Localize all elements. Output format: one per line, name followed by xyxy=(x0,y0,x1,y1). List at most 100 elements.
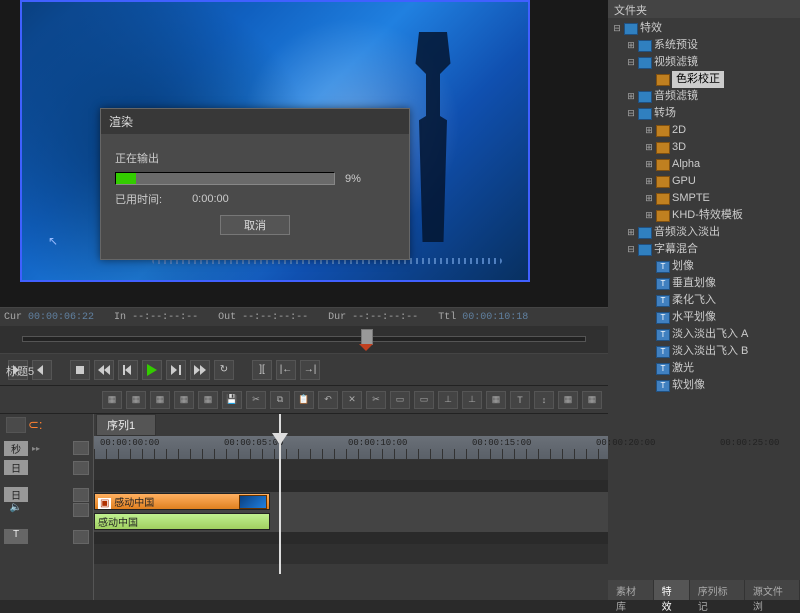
preview-monitor: ↖ 渲染 正在输出 9% 已用时间: 0:00:00 xyxy=(0,0,608,308)
stop-button[interactable] xyxy=(70,360,90,380)
next-edit-button[interactable]: →| xyxy=(300,360,320,380)
tool-c[interactable]: ⊥ xyxy=(438,391,458,409)
elapsed-label: 已用时间: xyxy=(115,191,162,207)
dur-label: Dur xyxy=(328,312,346,323)
tab-library[interactable]: 素材库 xyxy=(608,580,654,600)
ruler-2: 00:00:10:00 xyxy=(348,438,407,448)
video-clip-label: 感动中国 xyxy=(114,498,154,509)
timeline-ruler[interactable]: 00:00:00:00 00:00:05:00 00:00:10:00 00:0… xyxy=(94,436,608,460)
copy-icon[interactable]: ⧉ xyxy=(270,391,290,409)
tree-sys-preset[interactable]: ⊞系统预设 xyxy=(608,37,800,54)
track-a1-toggle[interactable] xyxy=(73,503,89,517)
cancel-button[interactable]: 取消 xyxy=(220,215,290,235)
tool-b[interactable]: ▭ xyxy=(414,391,434,409)
render-dialog: 渲染 正在输出 9% 已用时间: 0:00:00 取消 xyxy=(100,108,410,260)
loop-button[interactable]: ↻ xyxy=(214,360,234,380)
tree-2d[interactable]: ⊞2D xyxy=(608,122,800,139)
tree-audio-filter[interactable]: ⊞音频滤镜 xyxy=(608,88,800,105)
prev-edit-button[interactable]: |← xyxy=(276,360,296,380)
ruler-5: 00:00:25:00 xyxy=(720,438,779,448)
tree-transitions[interactable]: ⊟转场 xyxy=(608,105,800,122)
track-v2-toggle[interactable] xyxy=(73,461,89,475)
track-v1-toggle[interactable] xyxy=(73,488,89,502)
jog-thumb[interactable] xyxy=(356,329,376,349)
tree-m0[interactable]: T划像 xyxy=(608,258,800,275)
cur-value: 00:00:06:22 xyxy=(28,312,94,323)
tool-3[interactable]: ▦ xyxy=(150,391,170,409)
render-status: 正在输出 xyxy=(115,150,395,166)
audio-clip[interactable]: 感动中国 xyxy=(94,513,270,530)
transport-controls: ↻ ][ |← →| xyxy=(0,354,608,386)
tree-m7[interactable]: T软划像 xyxy=(608,377,800,394)
track-t-toggle[interactable] xyxy=(73,530,89,544)
tree-audio-fade[interactable]: ⊞音频淡入淡出 xyxy=(608,224,800,241)
tree-m5[interactable]: T淡入淡出飞入 B xyxy=(608,343,800,360)
tree-m3[interactable]: T水平划像 xyxy=(608,309,800,326)
track-toggle-icon[interactable] xyxy=(73,441,89,455)
tool-2[interactable]: ▦ xyxy=(126,391,146,409)
track-v1-body[interactable]: ▣ 感动中国 xyxy=(94,492,608,512)
cut-icon[interactable]: ✂ xyxy=(246,391,266,409)
tree-m2[interactable]: T柔化飞入 xyxy=(608,292,800,309)
undo-icon[interactable]: ↶ xyxy=(318,391,338,409)
play-button[interactable] xyxy=(142,360,162,380)
ttl-label: Ttl xyxy=(438,312,456,323)
cursor-indicator: ↖ xyxy=(48,234,58,248)
clip-thumbnail xyxy=(239,495,267,509)
jog-slider[interactable] xyxy=(0,326,608,354)
tree-root[interactable]: ⊟特效 xyxy=(608,20,800,37)
elapsed-value: 0:00:00 xyxy=(192,193,229,205)
tl-hdr-btn-1[interactable] xyxy=(6,417,26,433)
tool-1[interactable]: ▦ xyxy=(102,391,122,409)
playhead-icon[interactable] xyxy=(272,433,288,445)
tool-h[interactable]: ▦ xyxy=(558,391,578,409)
sequence-tab[interactable]: 序列1 xyxy=(96,414,156,436)
ffwd-button[interactable] xyxy=(190,360,210,380)
rewind-button[interactable] xyxy=(94,360,114,380)
tab-source[interactable]: 源文件浏 xyxy=(745,580,800,600)
paste-icon[interactable]: 📋 xyxy=(294,391,314,409)
tree-3d[interactable]: ⊞3D xyxy=(608,139,800,156)
dur-value: --:--:--:-- xyxy=(352,312,418,323)
bracket-tool-button[interactable]: ][ xyxy=(252,360,272,380)
tree-m1[interactable]: T垂直划像 xyxy=(608,275,800,292)
tool-a[interactable]: ▭ xyxy=(390,391,410,409)
track-v2-body[interactable] xyxy=(94,460,608,480)
right-panel-header: 文件夹 xyxy=(608,0,800,18)
tool-d[interactable]: ⊥ xyxy=(462,391,482,409)
tool-5[interactable]: ▦ xyxy=(198,391,218,409)
tool-g[interactable]: ↕ xyxy=(534,391,554,409)
tree-video-filter[interactable]: ⊟视频滤镜 xyxy=(608,54,800,71)
title-tab[interactable]: 标题5 xyxy=(2,361,38,381)
in-value: --:--:--:-- xyxy=(132,312,198,323)
speaker-icon[interactable]: 🔈 xyxy=(4,502,28,517)
timeline-toolbar: ▦ ▦ ▦ ▦ ▦ 💾 ✂ ⧉ 📋 ↶ ✕ ✂ ▭ ▭ ⊥ ⊥ ▦ T ↕ ▦ … xyxy=(0,386,608,414)
out-label: Out xyxy=(218,312,236,323)
tree-alpha[interactable]: ⊞Alpha xyxy=(608,156,800,173)
save-icon[interactable]: 💾 xyxy=(222,391,242,409)
track-t-body[interactable] xyxy=(94,544,608,564)
tab-effects[interactable]: 特效 xyxy=(654,580,690,600)
tree-smpte[interactable]: ⊞SMPTE xyxy=(608,190,800,207)
tool-e[interactable]: ▦ xyxy=(486,391,506,409)
step-back-button[interactable] xyxy=(118,360,138,380)
tree-color-correction[interactable]: 色彩校正 xyxy=(608,71,800,88)
tab-markers[interactable]: 序列标记 xyxy=(690,580,745,600)
tree-khd[interactable]: ⊞KHD-特效模板 xyxy=(608,207,800,224)
tree-title-mix[interactable]: ⊟字幕混合 xyxy=(608,241,800,258)
track-a1-body[interactable]: 感动中国 xyxy=(94,512,608,532)
ruler-3: 00:00:15:00 xyxy=(472,438,531,448)
step-fwd-button[interactable] xyxy=(166,360,186,380)
razor-icon[interactable]: ✂ xyxy=(366,391,386,409)
delete-icon[interactable]: ✕ xyxy=(342,391,362,409)
audio-clip-label: 感动中国 xyxy=(98,518,138,529)
tool-i[interactable]: ▦ xyxy=(582,391,602,409)
tool-4[interactable]: ▦ xyxy=(174,391,194,409)
video-clip[interactable]: ▣ 感动中国 xyxy=(94,493,270,510)
tree-m6[interactable]: T激光 xyxy=(608,360,800,377)
tool-f[interactable]: T xyxy=(510,391,530,409)
tree-m4[interactable]: T淡入淡出飞入 A xyxy=(608,326,800,343)
time-unit[interactable]: 秒 xyxy=(4,441,28,456)
progress-percent: 9% xyxy=(345,173,361,185)
tree-gpu[interactable]: ⊞GPU xyxy=(608,173,800,190)
